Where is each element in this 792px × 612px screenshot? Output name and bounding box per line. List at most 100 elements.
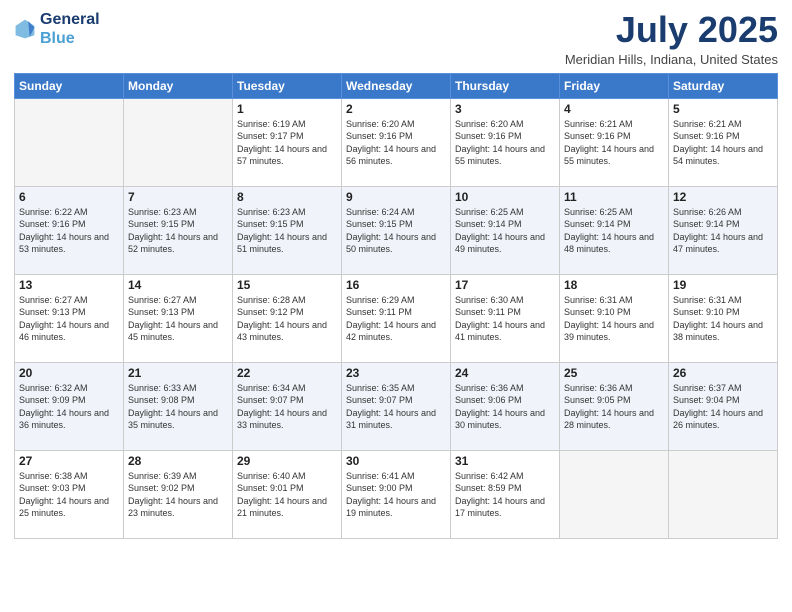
day-info: Sunrise: 6:33 AMSunset: 9:08 PMDaylight:… bbox=[128, 382, 228, 432]
day-info: Sunrise: 6:25 AMSunset: 9:14 PMDaylight:… bbox=[455, 206, 555, 256]
calendar-cell: 4 Sunrise: 6:21 AMSunset: 9:16 PMDaylight… bbox=[560, 98, 669, 186]
calendar-cell: 10 Sunrise: 6:25 AMSunset: 9:14 PMDayligh… bbox=[451, 186, 560, 274]
day-number: 9 bbox=[346, 190, 446, 204]
calendar-cell bbox=[124, 98, 233, 186]
day-info: Sunrise: 6:27 AMSunset: 9:13 PMDaylight:… bbox=[128, 294, 228, 344]
day-number: 3 bbox=[455, 102, 555, 116]
day-info: Sunrise: 6:25 AMSunset: 9:14 PMDaylight:… bbox=[564, 206, 664, 256]
calendar-cell: 14 Sunrise: 6:27 AMSunset: 9:13 PMDayligh… bbox=[124, 274, 233, 362]
weekday-header: Wednesday bbox=[342, 73, 451, 98]
calendar-cell: 18 Sunrise: 6:31 AMSunset: 9:10 PMDayligh… bbox=[560, 274, 669, 362]
day-info: Sunrise: 6:24 AMSunset: 9:15 PMDaylight:… bbox=[346, 206, 446, 256]
day-number: 20 bbox=[19, 366, 119, 380]
day-info: Sunrise: 6:39 AMSunset: 9:02 PMDaylight:… bbox=[128, 470, 228, 520]
day-info: Sunrise: 6:37 AMSunset: 9:04 PMDaylight:… bbox=[673, 382, 773, 432]
day-number: 10 bbox=[455, 190, 555, 204]
day-number: 28 bbox=[128, 454, 228, 468]
calendar-week-row: 1Sunrise: 6:19 AMSunset: 9:17 PMDaylight… bbox=[15, 98, 778, 186]
weekday-header: Monday bbox=[124, 73, 233, 98]
day-info: Sunrise: 6:34 AMSunset: 9:07 PMDaylight:… bbox=[237, 382, 337, 432]
day-info: Sunrise: 6:29 AMSunset: 9:11 PMDaylight:… bbox=[346, 294, 446, 344]
calendar-week-row: 6Sunrise: 6:22 AMSunset: 9:16 PMDaylight… bbox=[15, 186, 778, 274]
calendar-cell: 16 Sunrise: 6:29 AMSunset: 9:11 PMDayligh… bbox=[342, 274, 451, 362]
calendar-cell: 3 Sunrise: 6:20 AMSunset: 9:16 PMDaylight… bbox=[451, 98, 560, 186]
logo-icon bbox=[14, 18, 36, 40]
calendar-cell: 25Sunrise: 6:36 AMSunset: 9:05 PMDayligh… bbox=[560, 362, 669, 450]
day-number: 21 bbox=[128, 366, 228, 380]
day-number: 13 bbox=[19, 278, 119, 292]
calendar-cell: 22 Sunrise: 6:34 AMSunset: 9:07 PMDayligh… bbox=[233, 362, 342, 450]
calendar-cell: 7Sunrise: 6:23 AMSunset: 9:15 PMDaylight… bbox=[124, 186, 233, 274]
day-number: 7 bbox=[128, 190, 228, 204]
day-info: Sunrise: 6:31 AMSunset: 9:10 PMDaylight:… bbox=[564, 294, 664, 344]
day-number: 2 bbox=[346, 102, 446, 116]
day-info: Sunrise: 6:21 AMSunset: 9:16 PMDaylight:… bbox=[564, 118, 664, 168]
calendar-week-row: 27 Sunrise: 6:38 AMSunset: 9:03 PMDayligh… bbox=[15, 450, 778, 538]
day-number: 22 bbox=[237, 366, 337, 380]
weekday-header: Thursday bbox=[451, 73, 560, 98]
weekday-header: Saturday bbox=[669, 73, 778, 98]
day-info: Sunrise: 6:27 AMSunset: 9:13 PMDaylight:… bbox=[19, 294, 119, 344]
calendar-cell: 2 Sunrise: 6:20 AMSunset: 9:16 PMDaylight… bbox=[342, 98, 451, 186]
calendar-cell: 27 Sunrise: 6:38 AMSunset: 9:03 PMDayligh… bbox=[15, 450, 124, 538]
calendar-cell bbox=[15, 98, 124, 186]
day-number: 5 bbox=[673, 102, 773, 116]
weekday-header-row: SundayMondayTuesdayWednesdayThursdayFrid… bbox=[15, 73, 778, 98]
day-info: Sunrise: 6:31 AMSunset: 9:10 PMDaylight:… bbox=[673, 294, 773, 344]
day-number: 26 bbox=[673, 366, 773, 380]
day-number: 30 bbox=[346, 454, 446, 468]
day-number: 8 bbox=[237, 190, 337, 204]
day-info: Sunrise: 6:36 AMSunset: 9:05 PMDaylight:… bbox=[564, 382, 664, 432]
calendar-cell: 1Sunrise: 6:19 AMSunset: 9:17 PMDaylight… bbox=[233, 98, 342, 186]
day-number: 14 bbox=[128, 278, 228, 292]
day-info: Sunrise: 6:28 AMSunset: 9:12 PMDaylight:… bbox=[237, 294, 337, 344]
day-info: Sunrise: 6:30 AMSunset: 9:11 PMDaylight:… bbox=[455, 294, 555, 344]
weekday-header: Tuesday bbox=[233, 73, 342, 98]
calendar-cell: 8 Sunrise: 6:23 AMSunset: 9:15 PMDaylight… bbox=[233, 186, 342, 274]
day-number: 18 bbox=[564, 278, 664, 292]
day-number: 23 bbox=[346, 366, 446, 380]
day-info: Sunrise: 6:32 AMSunset: 9:09 PMDaylight:… bbox=[19, 382, 119, 432]
weekday-header: Friday bbox=[560, 73, 669, 98]
day-number: 16 bbox=[346, 278, 446, 292]
calendar-week-row: 20 Sunrise: 6:32 AMSunset: 9:09 PMDayligh… bbox=[15, 362, 778, 450]
day-number: 11 bbox=[564, 190, 664, 204]
day-number: 4 bbox=[564, 102, 664, 116]
day-info: Sunrise: 6:36 AMSunset: 9:06 PMDaylight:… bbox=[455, 382, 555, 432]
calendar-cell: 5 Sunrise: 6:21 AMSunset: 9:16 PMDaylight… bbox=[669, 98, 778, 186]
day-info: Sunrise: 6:41 AMSunset: 9:00 PMDaylight:… bbox=[346, 470, 446, 520]
calendar-cell: 31 Sunrise: 6:42 AMSunset: 8:59 PMDayligh… bbox=[451, 450, 560, 538]
calendar-cell: 23 Sunrise: 6:35 AMSunset: 9:07 PMDayligh… bbox=[342, 362, 451, 450]
calendar-cell bbox=[669, 450, 778, 538]
day-info: Sunrise: 6:21 AMSunset: 9:16 PMDaylight:… bbox=[673, 118, 773, 168]
calendar-week-row: 13 Sunrise: 6:27 AMSunset: 9:13 PMDayligh… bbox=[15, 274, 778, 362]
calendar-cell: 19 Sunrise: 6:31 AMSunset: 9:10 PMDayligh… bbox=[669, 274, 778, 362]
calendar-cell: 24 Sunrise: 6:36 AMSunset: 9:06 PMDayligh… bbox=[451, 362, 560, 450]
calendar-cell bbox=[560, 450, 669, 538]
day-info: Sunrise: 6:26 AMSunset: 9:14 PMDaylight:… bbox=[673, 206, 773, 256]
day-info: Sunrise: 6:35 AMSunset: 9:07 PMDaylight:… bbox=[346, 382, 446, 432]
day-number: 29 bbox=[237, 454, 337, 468]
location: Meridian Hills, Indiana, United States bbox=[565, 52, 778, 67]
calendar-cell: 21 Sunrise: 6:33 AMSunset: 9:08 PMDayligh… bbox=[124, 362, 233, 450]
day-number: 12 bbox=[673, 190, 773, 204]
calendar-cell: 6Sunrise: 6:22 AMSunset: 9:16 PMDaylight… bbox=[15, 186, 124, 274]
day-info: Sunrise: 6:42 AMSunset: 8:59 PMDaylight:… bbox=[455, 470, 555, 520]
calendar-cell: 20 Sunrise: 6:32 AMSunset: 9:09 PMDayligh… bbox=[15, 362, 124, 450]
day-info: Sunrise: 6:40 AMSunset: 9:01 PMDaylight:… bbox=[237, 470, 337, 520]
logo-text: General Blue bbox=[40, 10, 100, 48]
day-number: 19 bbox=[673, 278, 773, 292]
day-info: Sunrise: 6:23 AMSunset: 9:15 PMDaylight:… bbox=[237, 206, 337, 256]
day-info: Sunrise: 6:20 AMSunset: 9:16 PMDaylight:… bbox=[346, 118, 446, 168]
page: General Blue July 2025 Meridian Hills, I… bbox=[0, 0, 792, 612]
day-number: 27 bbox=[19, 454, 119, 468]
day-info: Sunrise: 6:19 AMSunset: 9:17 PMDaylight:… bbox=[237, 118, 337, 168]
calendar-cell: 28 Sunrise: 6:39 AMSunset: 9:02 PMDayligh… bbox=[124, 450, 233, 538]
calendar: SundayMondayTuesdayWednesdayThursdayFrid… bbox=[14, 73, 778, 539]
calendar-cell: 26 Sunrise: 6:37 AMSunset: 9:04 PMDayligh… bbox=[669, 362, 778, 450]
day-info: Sunrise: 6:38 AMSunset: 9:03 PMDaylight:… bbox=[19, 470, 119, 520]
day-number: 31 bbox=[455, 454, 555, 468]
day-number: 24 bbox=[455, 366, 555, 380]
day-info: Sunrise: 6:20 AMSunset: 9:16 PMDaylight:… bbox=[455, 118, 555, 168]
calendar-cell: 17Sunrise: 6:30 AMSunset: 9:11 PMDayligh… bbox=[451, 274, 560, 362]
